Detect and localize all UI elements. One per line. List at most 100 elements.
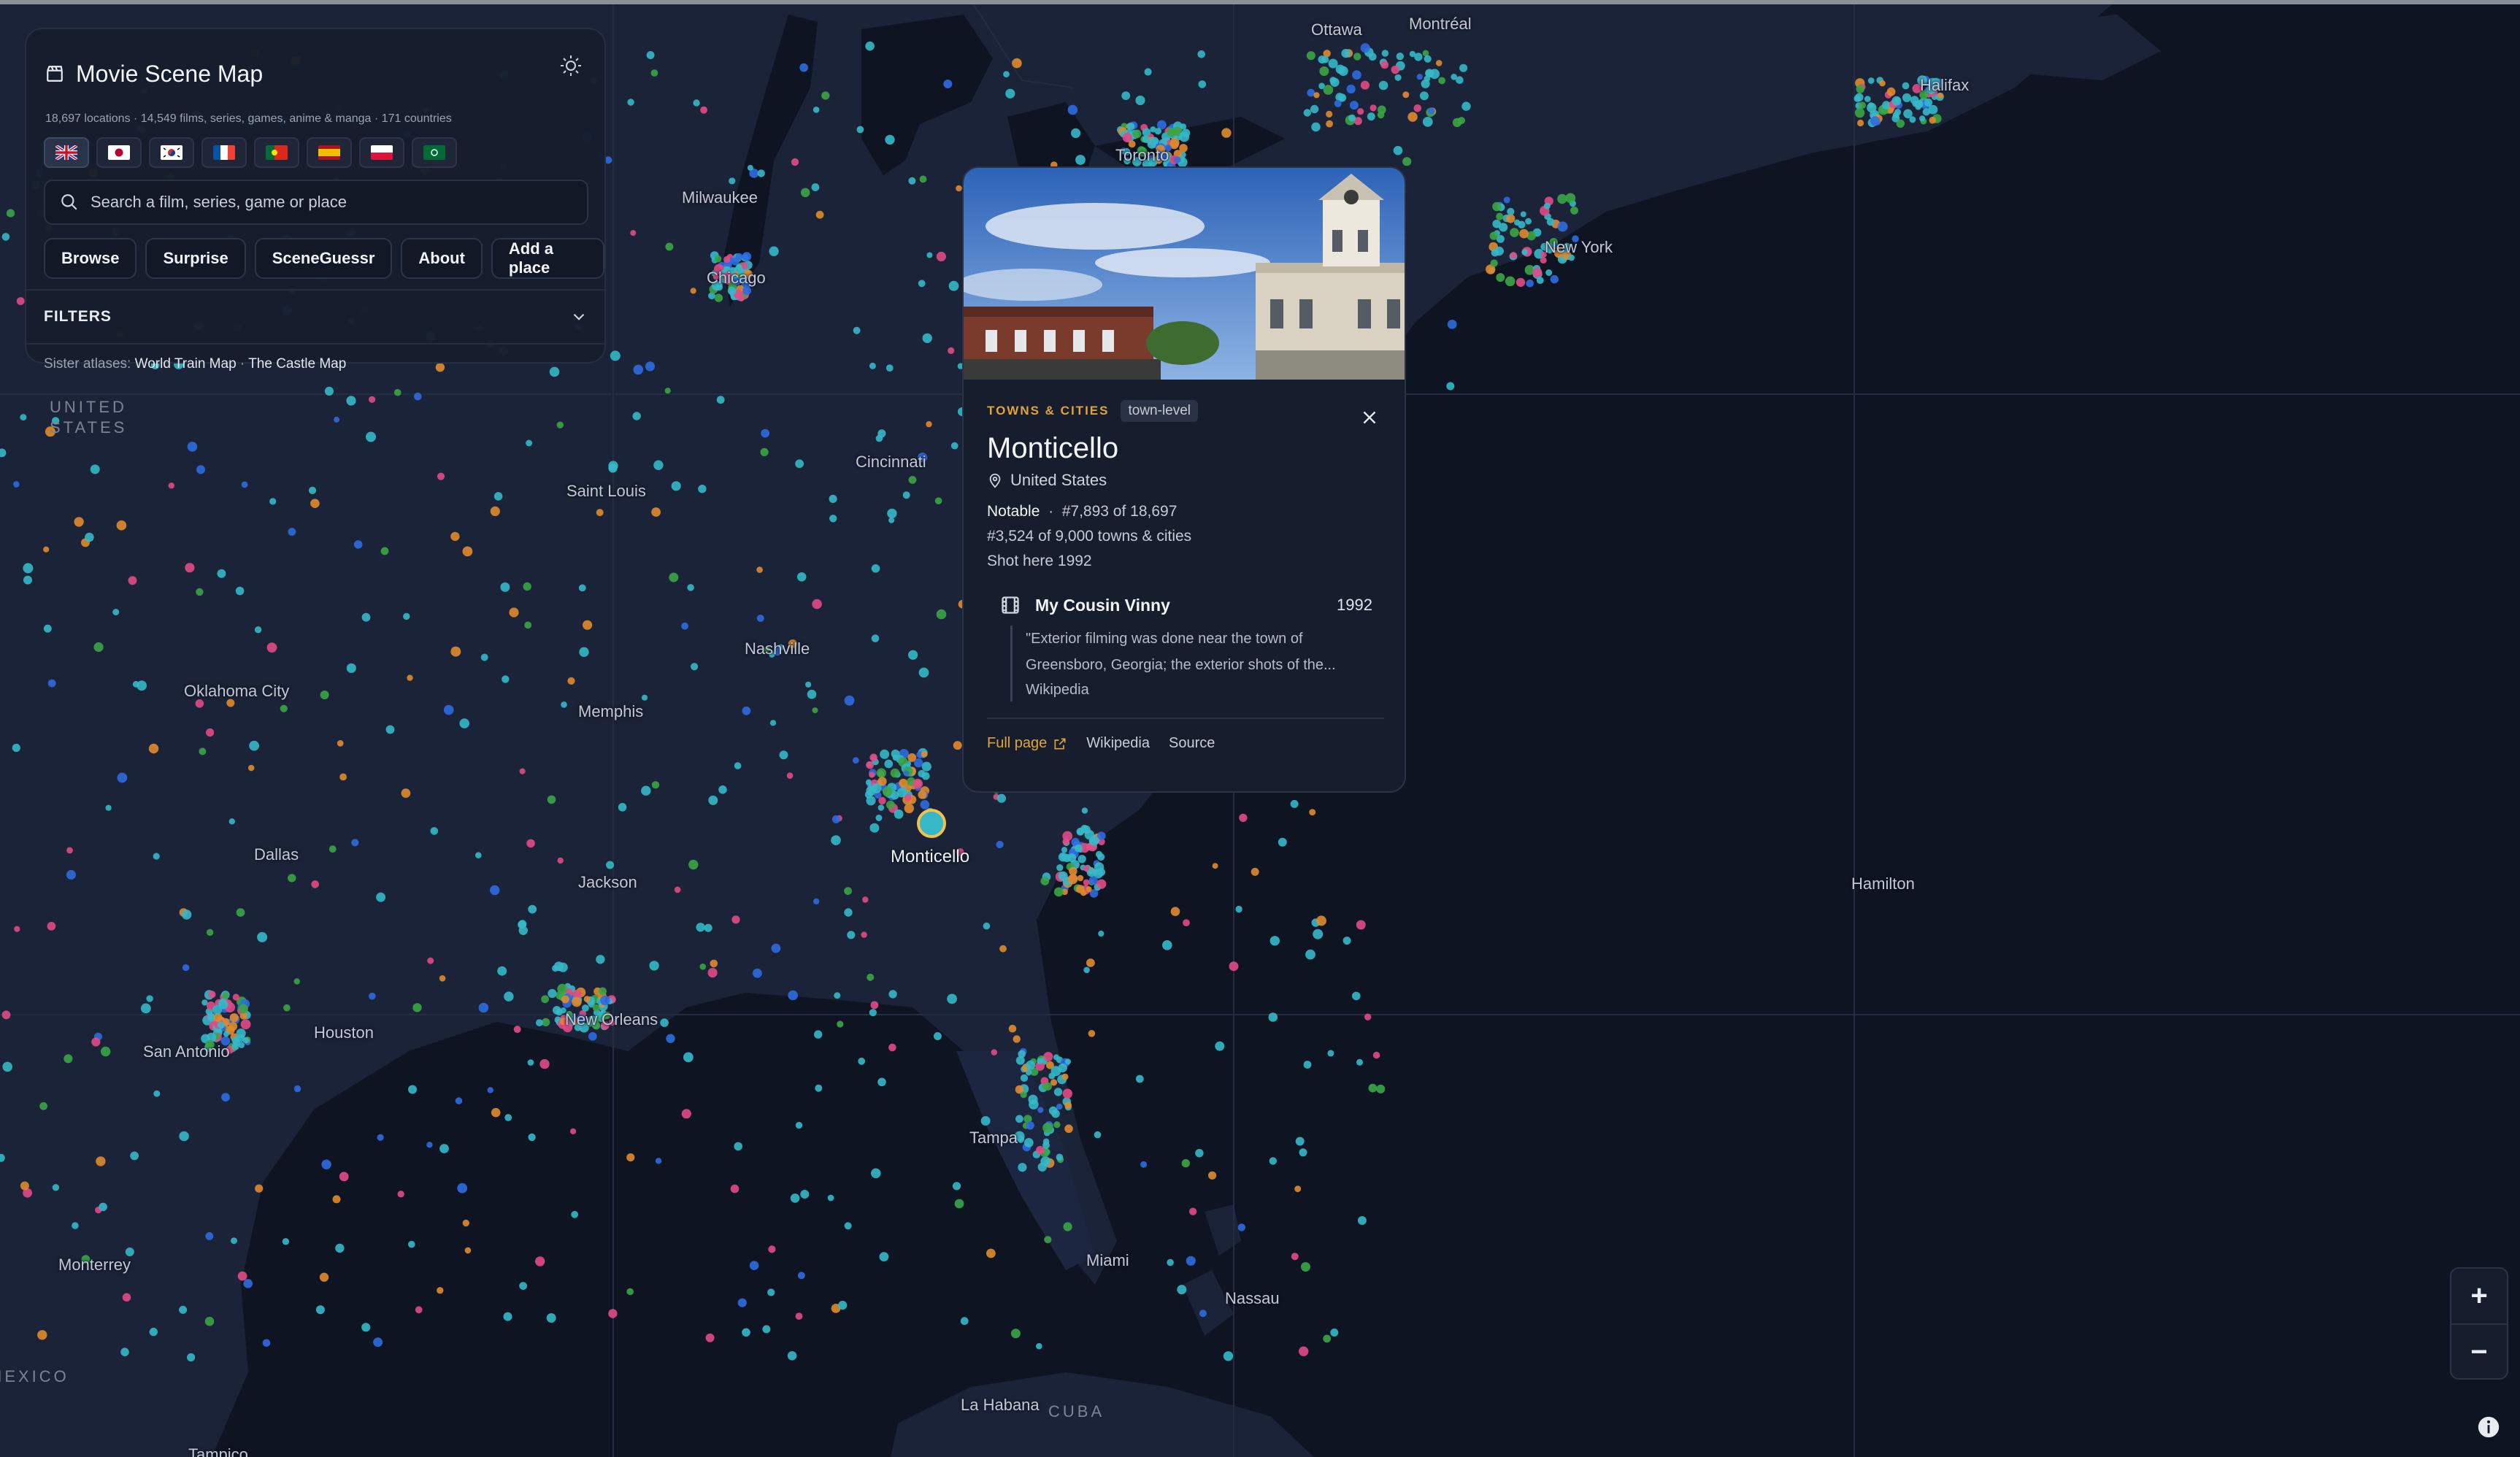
location-dot[interactable] — [921, 761, 931, 772]
location-dot[interactable] — [1095, 850, 1103, 858]
location-dot[interactable] — [1924, 98, 1933, 107]
location-dot[interactable] — [1409, 50, 1416, 58]
location-dot[interactable] — [886, 364, 894, 372]
location-dot[interactable] — [1278, 837, 1287, 847]
location-dot[interactable] — [493, 492, 503, 501]
location-dot[interactable] — [880, 749, 890, 759]
location-dot[interactable] — [1349, 101, 1359, 110]
location-dot[interactable] — [1053, 1088, 1063, 1096]
location-dot[interactable] — [130, 1151, 139, 1161]
location-dot[interactable] — [698, 485, 707, 493]
location-dot[interactable] — [887, 508, 897, 519]
location-dot[interactable] — [800, 188, 810, 198]
location-dot[interactable] — [20, 414, 27, 421]
location-dot[interactable] — [869, 772, 875, 778]
flag-france[interactable] — [201, 137, 247, 168]
location-dot[interactable] — [535, 1256, 545, 1266]
location-dot[interactable] — [837, 1020, 844, 1028]
location-dot[interactable] — [47, 679, 56, 688]
location-dot[interactable] — [1303, 109, 1312, 117]
location-dot[interactable] — [288, 528, 296, 536]
location-dot[interactable] — [1268, 1012, 1278, 1022]
location-dot[interactable] — [548, 988, 557, 999]
location-dot[interactable] — [954, 1199, 964, 1209]
location-dot[interactable] — [664, 388, 671, 394]
location-dot[interactable] — [844, 887, 852, 895]
location-dot[interactable] — [1183, 919, 1190, 926]
location-dot[interactable] — [1342, 937, 1351, 945]
location-dot[interactable] — [761, 428, 770, 438]
location-dot[interactable] — [888, 1043, 896, 1052]
location-dot[interactable] — [950, 442, 959, 450]
location-dot[interactable] — [1491, 248, 1499, 257]
location-dot[interactable] — [714, 255, 722, 263]
location-dot[interactable] — [1237, 1223, 1246, 1231]
location-dot[interactable] — [91, 1037, 101, 1047]
location-dot[interactable] — [571, 1210, 579, 1218]
location-dot[interactable] — [908, 476, 917, 484]
flag-spain[interactable] — [307, 137, 352, 168]
location-dot[interactable] — [1036, 1342, 1042, 1350]
location-dot[interactable] — [999, 945, 1007, 953]
location-dot[interactable] — [696, 923, 705, 932]
location-dot[interactable] — [814, 1030, 823, 1039]
location-dot[interactable] — [737, 1298, 747, 1307]
location-dot[interactable] — [487, 1087, 493, 1093]
location-dot[interactable] — [526, 839, 535, 848]
location-dot[interactable] — [361, 612, 371, 622]
location-dot[interactable] — [1197, 50, 1205, 58]
location-dot[interactable] — [1056, 1103, 1063, 1110]
add-place-button[interactable]: Add a place — [491, 238, 604, 279]
location-dot[interactable] — [1251, 867, 1259, 876]
full-page-link[interactable]: Full page — [987, 735, 1067, 752]
location-dot[interactable] — [710, 959, 718, 968]
location-dot[interactable] — [1902, 82, 1910, 90]
location-dot[interactable] — [1357, 1216, 1367, 1225]
location-dot[interactable] — [414, 392, 422, 401]
location-dot[interactable] — [518, 926, 528, 936]
location-dot[interactable] — [72, 1222, 79, 1229]
location-dot[interactable] — [600, 995, 610, 1006]
location-dot[interactable] — [1012, 58, 1022, 69]
location-dot[interactable] — [1867, 102, 1874, 109]
location-dot[interactable] — [459, 718, 469, 728]
location-dot[interactable] — [947, 993, 957, 1004]
location-dot[interactable] — [439, 1144, 449, 1153]
selected-location-marker[interactable] — [915, 807, 948, 839]
location-dot[interactable] — [953, 741, 962, 750]
location-dot[interactable] — [1301, 1262, 1310, 1272]
location-dot[interactable] — [847, 931, 856, 939]
location-dot[interactable] — [397, 1191, 404, 1198]
location-dot[interactable] — [1557, 221, 1568, 232]
location-dot[interactable] — [904, 803, 915, 814]
location-dot[interactable] — [1177, 1285, 1187, 1295]
location-dot[interactable] — [633, 364, 644, 375]
location-dot[interactable] — [1063, 1222, 1072, 1231]
location-dot[interactable] — [890, 768, 900, 778]
location-dot[interactable] — [1186, 1256, 1196, 1266]
location-dot[interactable] — [829, 494, 837, 504]
location-dot[interactable] — [547, 795, 556, 804]
location-dot[interactable] — [983, 922, 991, 930]
location-dot[interactable] — [767, 1288, 775, 1296]
location-dot[interactable] — [1461, 101, 1471, 111]
location-dot[interactable] — [865, 41, 875, 51]
location-dot[interactable] — [480, 653, 488, 661]
location-dot[interactable] — [1459, 64, 1468, 72]
location-dot[interactable] — [539, 1058, 550, 1069]
location-dot[interactable] — [217, 569, 226, 578]
location-dot[interactable] — [1519, 228, 1529, 239]
location-dot[interactable] — [1299, 1148, 1307, 1157]
location-dot[interactable] — [902, 491, 910, 499]
location-dot[interactable] — [232, 993, 239, 1001]
location-dot[interactable] — [403, 612, 410, 620]
location-dot[interactable] — [882, 786, 893, 797]
location-dot[interactable] — [1330, 77, 1340, 88]
location-dot[interactable] — [450, 531, 460, 542]
location-dot[interactable] — [450, 646, 461, 657]
location-dot[interactable] — [769, 720, 777, 726]
location-dot[interactable] — [948, 347, 955, 354]
location-dot[interactable] — [919, 175, 927, 183]
location-dot[interactable] — [66, 847, 73, 854]
location-dot[interactable] — [401, 788, 411, 798]
